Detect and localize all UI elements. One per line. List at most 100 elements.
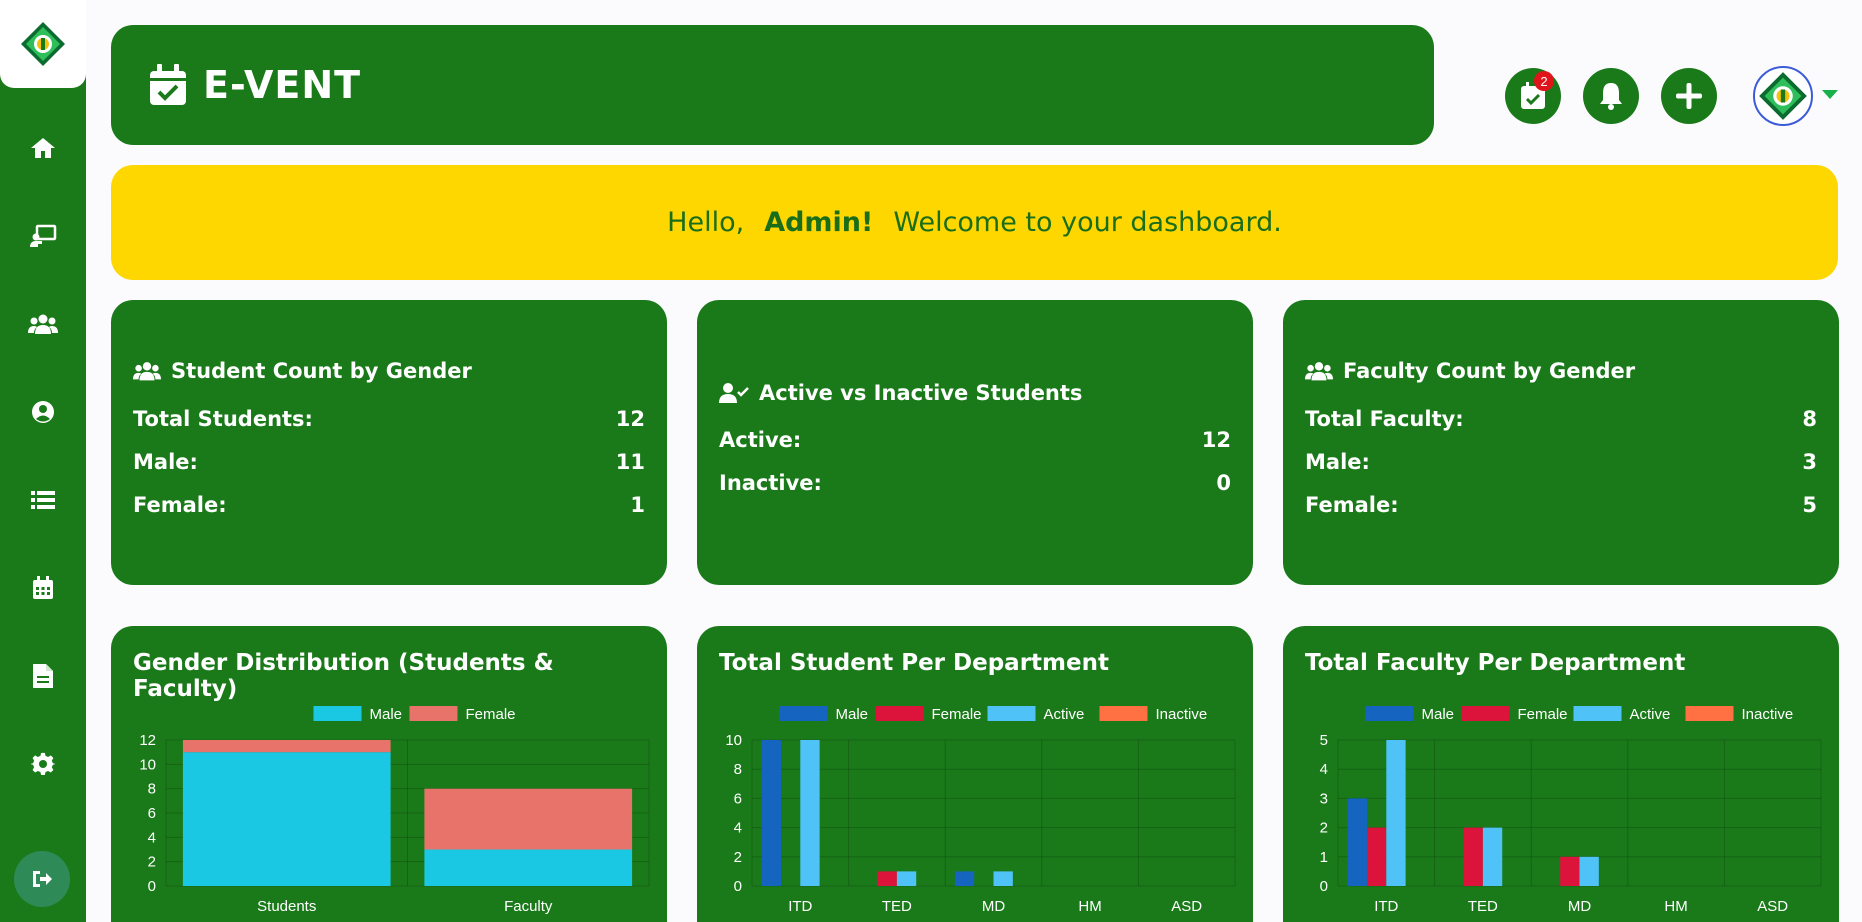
legend-swatch bbox=[1099, 706, 1148, 721]
card-title-text: Student Count by Gender bbox=[171, 359, 472, 383]
stat-label: Total Students: bbox=[133, 406, 313, 431]
bar-active bbox=[1579, 856, 1599, 886]
sidebar-item-teachers[interactable] bbox=[19, 212, 67, 260]
sidebar-item-list[interactable] bbox=[19, 476, 67, 524]
legend-label: Male bbox=[370, 706, 403, 723]
stat-value: 0 bbox=[1216, 471, 1231, 495]
legend-label: Male bbox=[1422, 706, 1455, 723]
x-tick-label: HM bbox=[1664, 898, 1687, 915]
stat-value: 8 bbox=[1802, 406, 1817, 431]
sidebar-item-documents[interactable] bbox=[19, 652, 67, 700]
stat-row-female: Female: 5 bbox=[1305, 483, 1817, 526]
stat-label: Total Faculty: bbox=[1305, 406, 1464, 431]
welcome-hello: Hello, bbox=[667, 207, 745, 238]
legend-label: Inactive bbox=[1742, 706, 1794, 723]
stat-value: 11 bbox=[615, 449, 645, 474]
sidebar-item-profile[interactable] bbox=[19, 388, 67, 436]
bar-female bbox=[877, 871, 897, 886]
gender-distribution-chart-card: Gender Distribution (Students & Faculty)… bbox=[111, 626, 667, 922]
stat-label: Male: bbox=[1305, 449, 1370, 474]
sidebar-item-calendar[interactable] bbox=[19, 564, 67, 612]
stat-row-male: Male: 11 bbox=[133, 440, 645, 483]
sidebar-item-settings[interactable] bbox=[19, 740, 67, 788]
stat-row-female: Female: 1 bbox=[133, 483, 645, 526]
stat-row-male: Male: 3 bbox=[1305, 440, 1817, 483]
bar-male bbox=[761, 740, 781, 886]
users-icon bbox=[133, 362, 161, 381]
logout-icon bbox=[33, 871, 52, 887]
faculty-department-chart-card: Total Faculty Per Department Male Female A… bbox=[1283, 626, 1839, 922]
stat-value: 3 bbox=[1802, 449, 1817, 474]
stat-label: Active: bbox=[719, 428, 802, 452]
x-tick-label: ITD bbox=[1374, 898, 1398, 915]
legend-swatch bbox=[779, 706, 828, 721]
bar-active bbox=[993, 871, 1013, 886]
y-tick-label: 0 bbox=[148, 878, 156, 895]
bar-active bbox=[1386, 740, 1406, 886]
users-icon bbox=[28, 314, 58, 334]
chart-title: Gender Distribution (Students & Faculty) bbox=[133, 650, 554, 702]
teacher-icon bbox=[30, 224, 57, 247]
stat-label: Female: bbox=[133, 492, 227, 517]
legend-swatch bbox=[1365, 706, 1414, 721]
add-button[interactable] bbox=[1661, 68, 1717, 124]
legend-label: Female bbox=[466, 706, 516, 723]
y-tick-label: 2 bbox=[734, 849, 742, 866]
legend-label: Active bbox=[1044, 706, 1085, 723]
faculty-department-chart: Male Female Active Inactive 0 1 2 3 4 5 ITD TED MD HM… bbox=[1320, 706, 1822, 915]
stat-value: 12 bbox=[615, 406, 645, 431]
bar-active bbox=[800, 740, 820, 886]
student-department-chart: Male Female Active Inactive 0 2 4 6 8 10 ITD TED MD H… bbox=[725, 706, 1236, 915]
stat-value: 12 bbox=[1201, 428, 1231, 452]
file-icon bbox=[33, 664, 53, 688]
x-tick-label: TED bbox=[882, 898, 912, 915]
gender-distribution-chart: Male Female 0 2 4 6 8 10 12 Students Faculty bbox=[139, 706, 650, 915]
plus-icon bbox=[1676, 83, 1702, 109]
logout-button[interactable] bbox=[14, 851, 70, 907]
x-tick-label: TED bbox=[1468, 898, 1498, 915]
card-title-text: Active vs Inactive Students bbox=[759, 380, 1083, 405]
events-calendar-button[interactable]: 2 bbox=[1505, 68, 1561, 124]
chart-title: Total Faculty Per Department bbox=[1305, 650, 1686, 676]
stat-label: Male: bbox=[133, 449, 198, 474]
legend-swatch bbox=[1685, 706, 1734, 721]
users-icon bbox=[1305, 362, 1333, 381]
sidebar bbox=[0, 0, 86, 922]
sidebar-item-users[interactable] bbox=[19, 300, 67, 348]
user-menu-caret-icon[interactable] bbox=[1822, 90, 1838, 99]
bar-active bbox=[1482, 827, 1503, 886]
legend-swatch bbox=[313, 706, 362, 721]
y-tick-label: 2 bbox=[1320, 820, 1328, 837]
student-gender-card-title: Student Count by Gender bbox=[133, 359, 645, 383]
y-tick-label: 3 bbox=[1320, 790, 1328, 807]
bar-female bbox=[1463, 827, 1483, 886]
stat-value: 1 bbox=[630, 492, 645, 517]
notifications-button[interactable] bbox=[1583, 68, 1639, 124]
user-check-icon bbox=[719, 382, 749, 403]
x-tick-label: ASD bbox=[1171, 898, 1202, 915]
y-tick-label: 12 bbox=[139, 732, 156, 749]
sidebar-logo[interactable] bbox=[0, 0, 86, 88]
bar-male bbox=[424, 849, 633, 886]
y-tick-label: 0 bbox=[734, 878, 742, 895]
x-tick-label: ASD bbox=[1757, 898, 1788, 915]
user-avatar[interactable] bbox=[1753, 66, 1813, 126]
home-icon bbox=[31, 138, 55, 158]
bar-male bbox=[954, 871, 975, 886]
y-tick-label: 8 bbox=[148, 781, 156, 798]
sidebar-item-home[interactable] bbox=[19, 124, 67, 172]
faculty-gender-card-title: Faculty Count by Gender bbox=[1305, 359, 1817, 383]
x-tick-label: MD bbox=[982, 898, 1005, 915]
y-tick-label: 6 bbox=[734, 790, 742, 807]
legend-label: Female bbox=[1518, 706, 1568, 723]
school-logo-icon bbox=[21, 22, 65, 66]
student-gender-card: Student Count by Gender Total Students: 1… bbox=[111, 300, 667, 585]
welcome-banner: Hello, Admin! Welcome to your dashboard. bbox=[111, 165, 1838, 280]
x-tick-label: Students bbox=[257, 898, 316, 915]
bar-female bbox=[1366, 827, 1387, 886]
y-tick-label: 0 bbox=[1320, 878, 1328, 895]
y-tick-label: 10 bbox=[139, 756, 156, 773]
legend-swatch bbox=[409, 706, 458, 721]
bar-female bbox=[424, 788, 633, 850]
legend-label: Active bbox=[1630, 706, 1671, 723]
